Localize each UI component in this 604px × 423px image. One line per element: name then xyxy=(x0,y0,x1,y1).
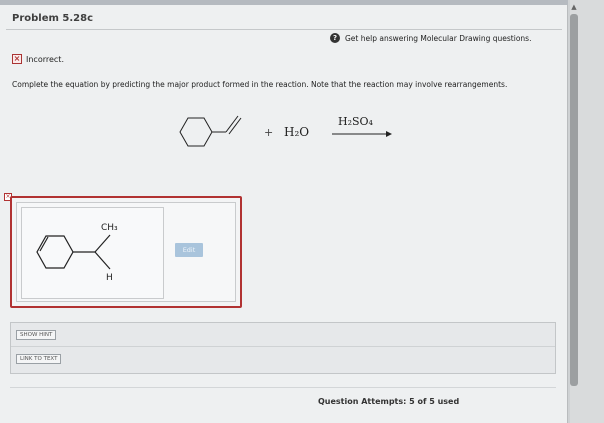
show-hint-row: SHOW HINT xyxy=(11,323,555,347)
title-divider xyxy=(6,29,562,30)
reaction-arrow xyxy=(332,131,392,137)
ch3-label: CH₃ xyxy=(101,223,118,233)
product-structure: CH₃ H xyxy=(36,223,118,283)
instructions: Complete the equation by predicting the … xyxy=(12,80,508,89)
answer-inner: CH₃ H Edit xyxy=(16,202,236,302)
show-hint-button[interactable]: SHOW HINT xyxy=(16,330,57,340)
link-to-text-button[interactable]: LINK TO TEXT xyxy=(16,354,62,364)
scroll-thumb[interactable] xyxy=(570,14,578,386)
attempts-divider xyxy=(10,387,556,388)
page-title: Problem 5.28c xyxy=(12,13,94,24)
attempts-counter: Question Attempts: 5 of 5 used xyxy=(318,397,460,406)
reaction-equation: + H₂O H₂SO₄ xyxy=(160,110,400,160)
question-circle-icon: ? xyxy=(330,33,340,43)
scrollbar[interactable]: ▲ xyxy=(570,0,604,423)
help-link-label: Get help answering Molecular Drawing que… xyxy=(345,33,532,43)
problem-frame: Problem 5.28c ? Get help answering Molec… xyxy=(0,0,568,423)
link-to-text-row: LINK TO TEXT xyxy=(11,347,555,371)
methylenecyclohexane-structure xyxy=(179,115,242,147)
edit-button[interactable]: Edit xyxy=(175,243,203,257)
top-bar xyxy=(0,0,568,5)
water-formula: H₂O xyxy=(284,125,310,139)
reagent-label: H₂SO₄ xyxy=(338,115,373,128)
hint-panel: SHOW HINT LINK TO TEXT xyxy=(10,322,556,374)
incorrect-icon: × xyxy=(12,54,22,64)
molecule-drawing: CH₃ H xyxy=(21,207,164,299)
help-link[interactable]: ? Get help answering Molecular Drawing q… xyxy=(330,31,531,45)
h-label: H xyxy=(106,273,113,283)
plus-sign: + xyxy=(264,126,274,139)
scroll-up-icon[interactable]: ▲ xyxy=(570,2,578,12)
answer-box: CH₃ H Edit xyxy=(10,196,242,308)
status-text: Incorrect. xyxy=(26,54,64,64)
status-badge: × Incorrect. xyxy=(12,54,64,64)
